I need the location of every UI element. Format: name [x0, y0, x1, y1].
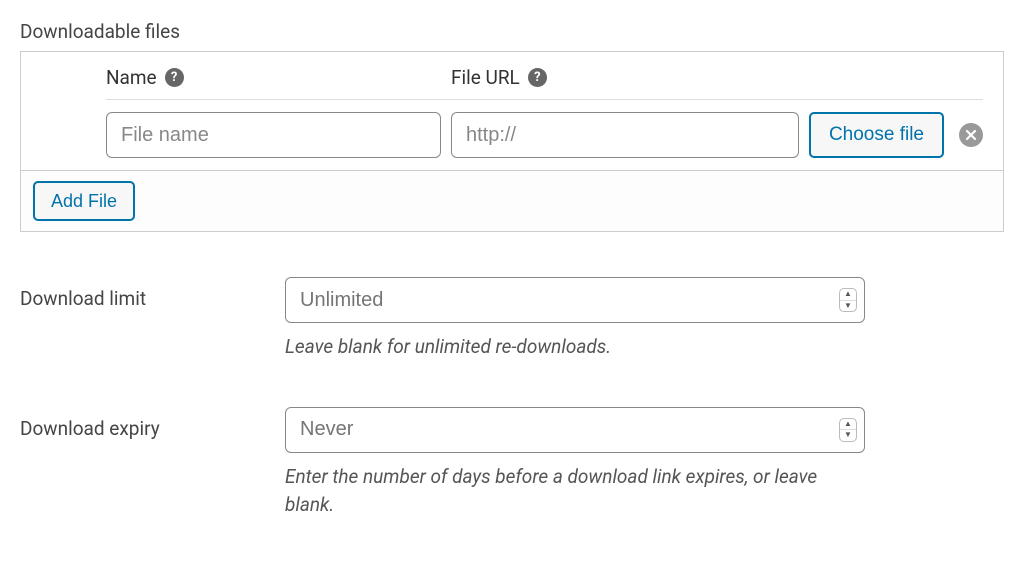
- chevron-down-icon[interactable]: ▼: [840, 430, 856, 441]
- download-limit-label: Download limit: [20, 277, 285, 362]
- close-icon[interactable]: [959, 123, 983, 147]
- url-column-label: File URL: [451, 66, 520, 89]
- table-row: Choose file: [21, 100, 1003, 170]
- table-footer: Add File: [21, 170, 1003, 231]
- header-name-col: Name ?: [106, 66, 451, 89]
- download-limit-row: Download limit ▲ ▼ Leave blank for unlim…: [20, 277, 1004, 362]
- download-limit-input[interactable]: [285, 277, 865, 323]
- chevron-down-icon[interactable]: ▼: [840, 301, 856, 312]
- download-limit-help: Leave blank for unlimited re-downloads.: [285, 333, 865, 362]
- download-expiry-label: Download expiry: [20, 407, 285, 520]
- header-url-col: File URL ?: [451, 66, 983, 89]
- download-expiry-help: Enter the number of days before a downlo…: [285, 463, 865, 520]
- download-expiry-row: Download expiry ▲ ▼ Enter the number of …: [20, 407, 1004, 520]
- name-column-label: Name: [106, 66, 157, 89]
- add-file-button[interactable]: Add File: [33, 181, 135, 221]
- help-icon[interactable]: ?: [165, 68, 184, 87]
- downloadable-files-table: Name ? File URL ? Choose file Add File: [20, 51, 1004, 232]
- quantity-stepper[interactable]: ▲ ▼: [839, 418, 857, 442]
- section-title: Downloadable files: [20, 20, 1004, 43]
- chevron-up-icon[interactable]: ▲: [840, 289, 856, 301]
- choose-file-button[interactable]: Choose file: [809, 112, 944, 158]
- download-expiry-input[interactable]: [285, 407, 865, 453]
- quantity-stepper[interactable]: ▲ ▼: [839, 288, 857, 312]
- chevron-up-icon[interactable]: ▲: [840, 419, 856, 431]
- file-url-input[interactable]: [451, 112, 799, 158]
- table-header: Name ? File URL ?: [106, 52, 983, 100]
- file-name-input[interactable]: [106, 112, 441, 158]
- help-icon[interactable]: ?: [528, 68, 547, 87]
